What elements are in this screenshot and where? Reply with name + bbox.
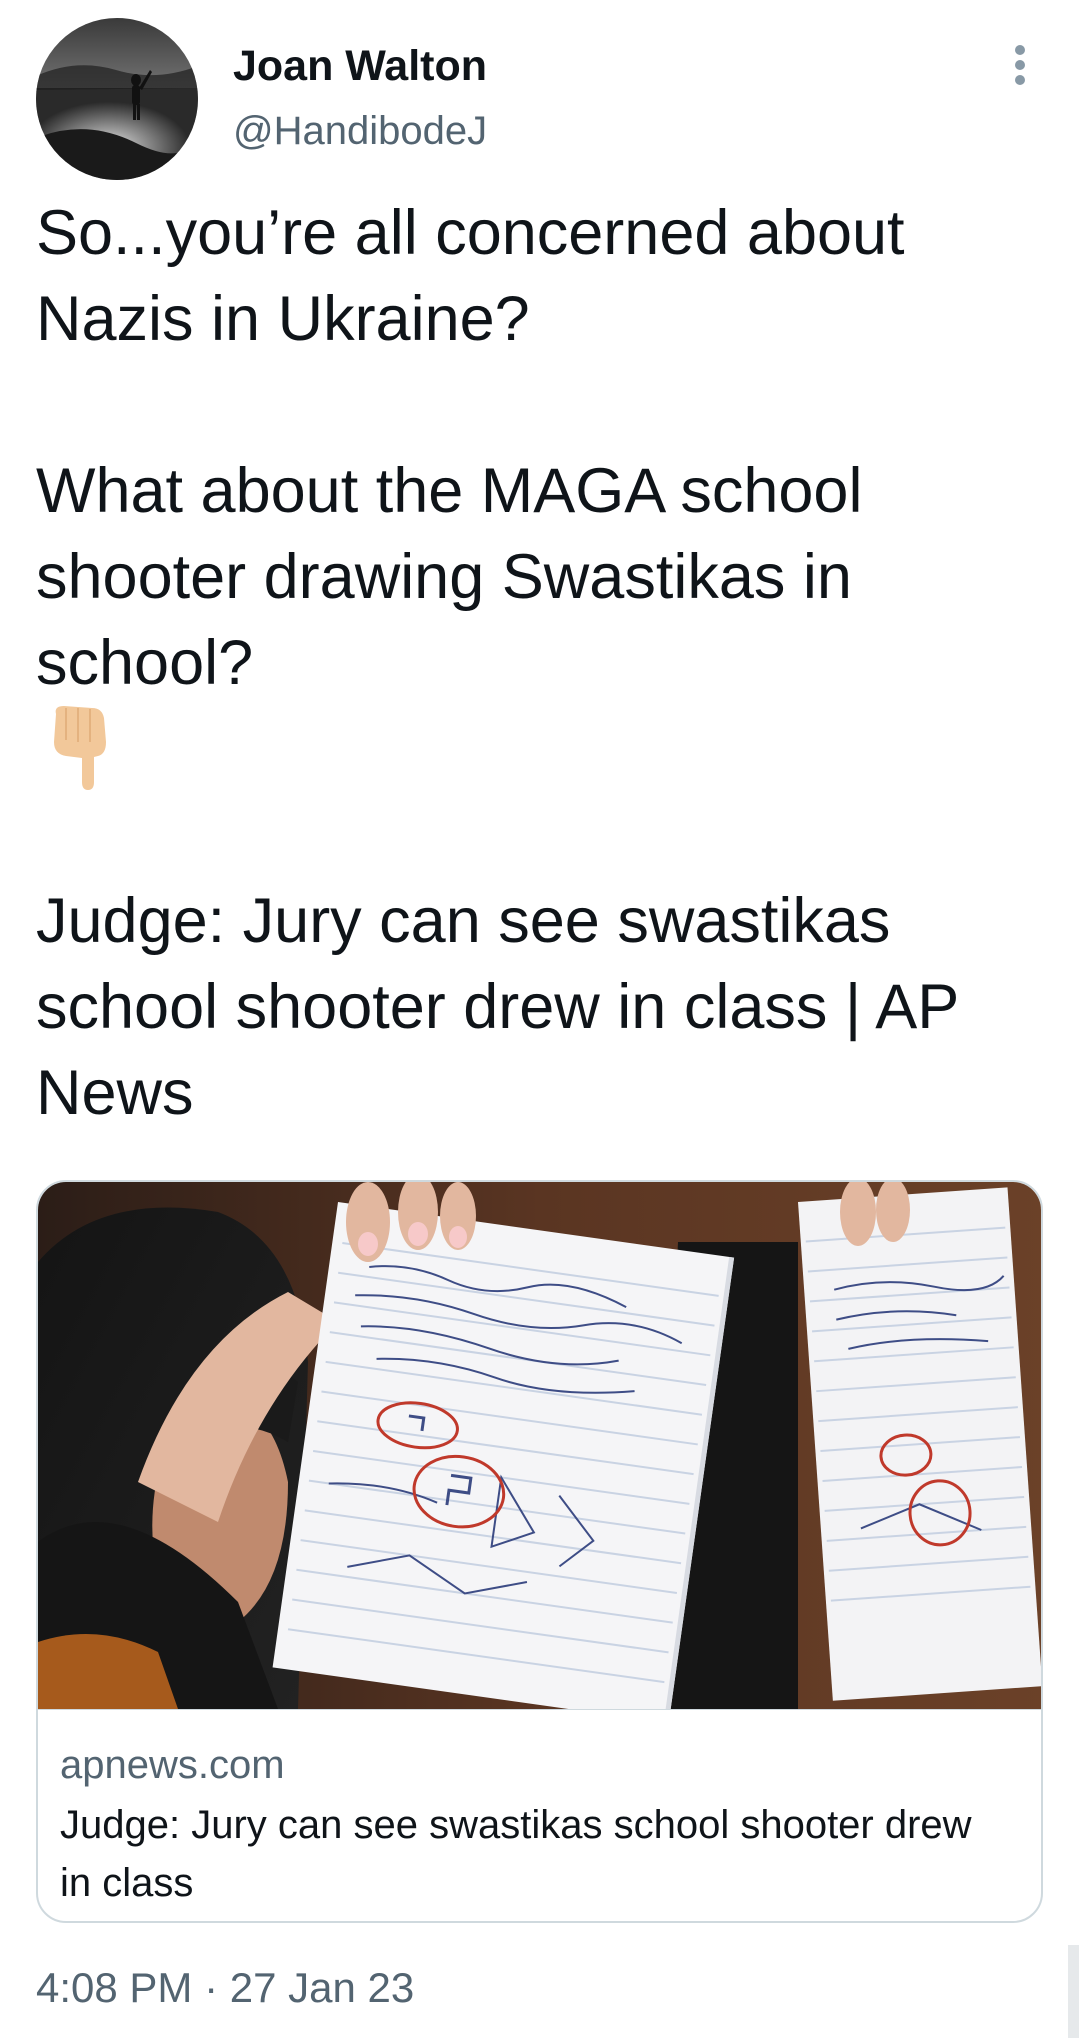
tweet-paragraph: Judge: Jury can see swastikas school sho…	[36, 886, 959, 1128]
link-preview-meta: apnews.com Judge: Jury can see swastikas…	[38, 1709, 1041, 1921]
timestamp-separator: ·	[192, 1964, 230, 2011]
tweet-time[interactable]: 4:08 PM	[36, 1964, 192, 2011]
tweet-date[interactable]: 27 Jan 23	[230, 1964, 415, 2011]
scrollbar[interactable]	[1068, 1945, 1079, 2038]
avatar-photo	[36, 18, 198, 180]
avatar[interactable]	[36, 18, 198, 180]
user-handle[interactable]: @HandibodeJ	[233, 106, 487, 156]
display-name[interactable]: Joan Walton	[233, 40, 487, 92]
more-options-button[interactable]	[1000, 40, 1040, 90]
link-domain: apnews.com	[60, 1743, 285, 1787]
more-vertical-icon	[1015, 45, 1025, 85]
link-preview-image	[38, 1182, 1041, 1709]
tweet-paragraph: So...you’re all concerned about Nazis in…	[36, 198, 905, 354]
link-title: Judge: Jury can see swastikas school sho…	[60, 1803, 972, 1905]
point-down-icon	[44, 702, 124, 814]
tweet-paragraph: What about the MAGA school shooter drawi…	[36, 456, 863, 698]
link-preview-card[interactable]: apnews.com Judge: Jury can see swastikas…	[36, 1180, 1043, 1923]
tweet-timestamp[interactable]: 4:08 PM · 27 Jan 23	[36, 1962, 414, 2014]
